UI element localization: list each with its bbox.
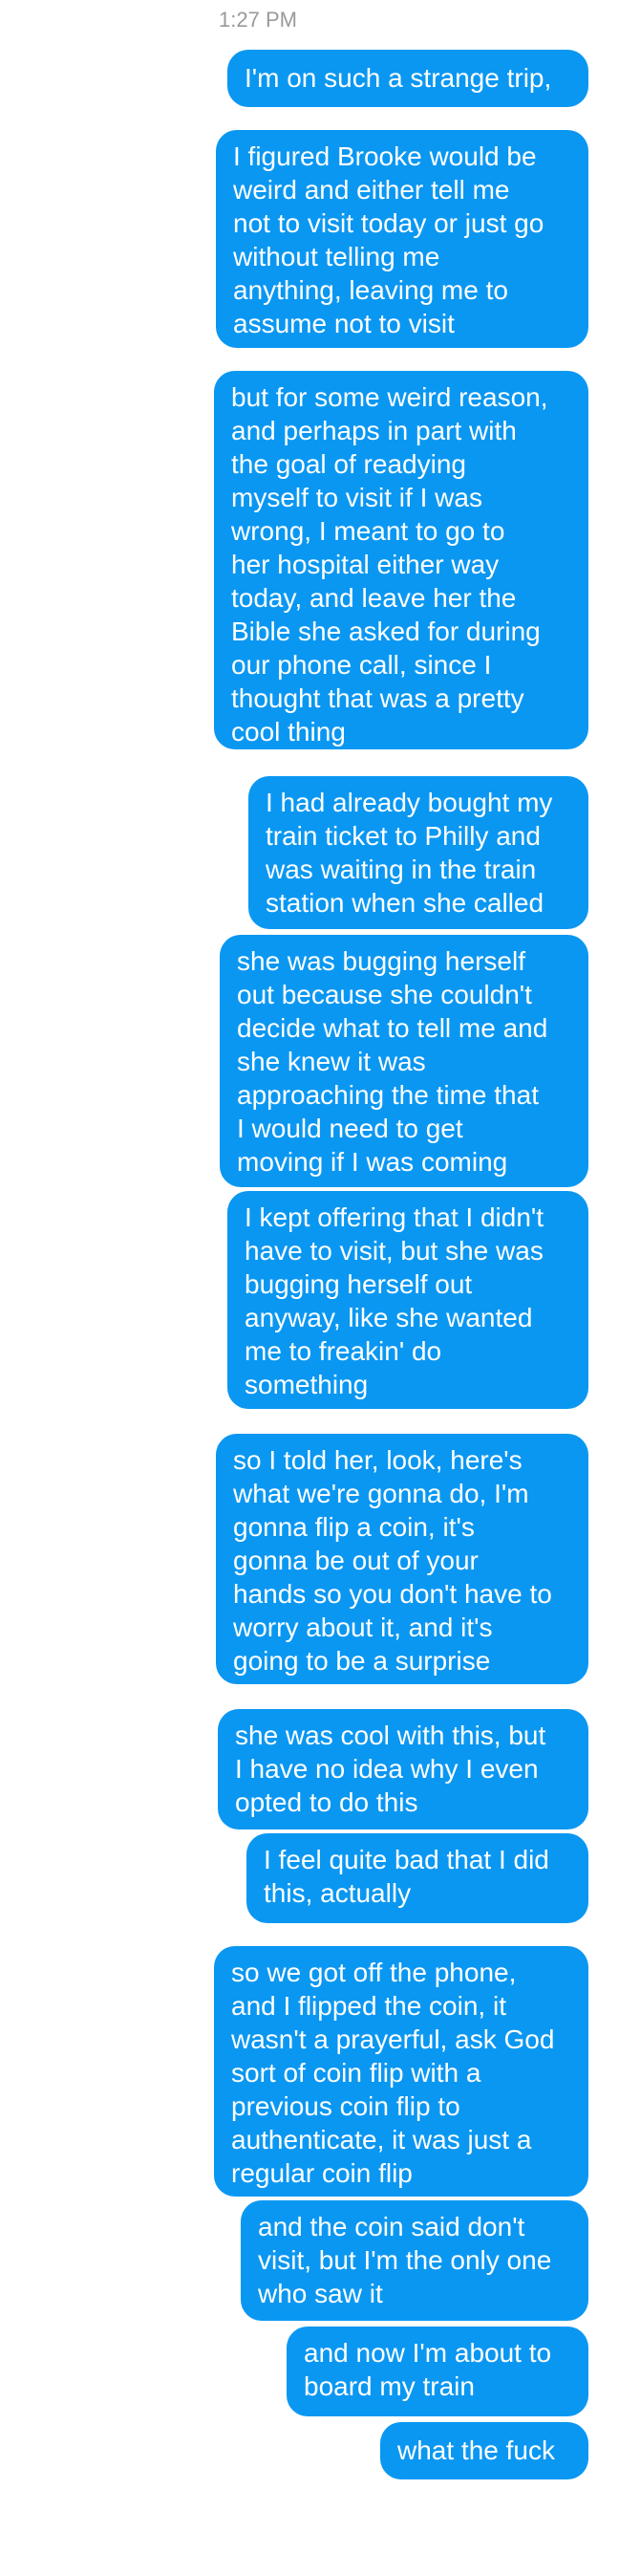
message-bubble[interactable]: so I told her, look, here's what we're g… — [216, 1434, 588, 1684]
message-bubble[interactable]: I feel quite bad that I did this, actual… — [246, 1833, 588, 1923]
message-bubble[interactable]: what the fuck — [380, 2422, 588, 2479]
message-bubble[interactable]: I figured Brooke would be weird and eith… — [216, 130, 588, 348]
message-bubble[interactable]: she was cool with this, but I have no id… — [218, 1709, 588, 1829]
message-bubble[interactable]: she was bugging herself out because she … — [220, 935, 588, 1187]
message-bubble[interactable]: and now I'm about to board my train — [287, 2327, 588, 2416]
message-bubble[interactable]: I kept offering that I didn't have to vi… — [227, 1191, 588, 1409]
message-bubble[interactable]: but for some weird reason, and perhaps i… — [214, 371, 588, 749]
message-bubble[interactable]: so we got off the phone, and I flipped t… — [214, 1946, 588, 2197]
message-bubble[interactable]: I'm on such a strange trip, — [227, 50, 588, 107]
message-timestamp: 1:27 PM — [219, 8, 297, 32]
message-bubble[interactable]: I had already bought my train ticket to … — [248, 776, 588, 929]
message-bubble[interactable]: and the coin said don't visit, but I'm t… — [241, 2200, 588, 2321]
